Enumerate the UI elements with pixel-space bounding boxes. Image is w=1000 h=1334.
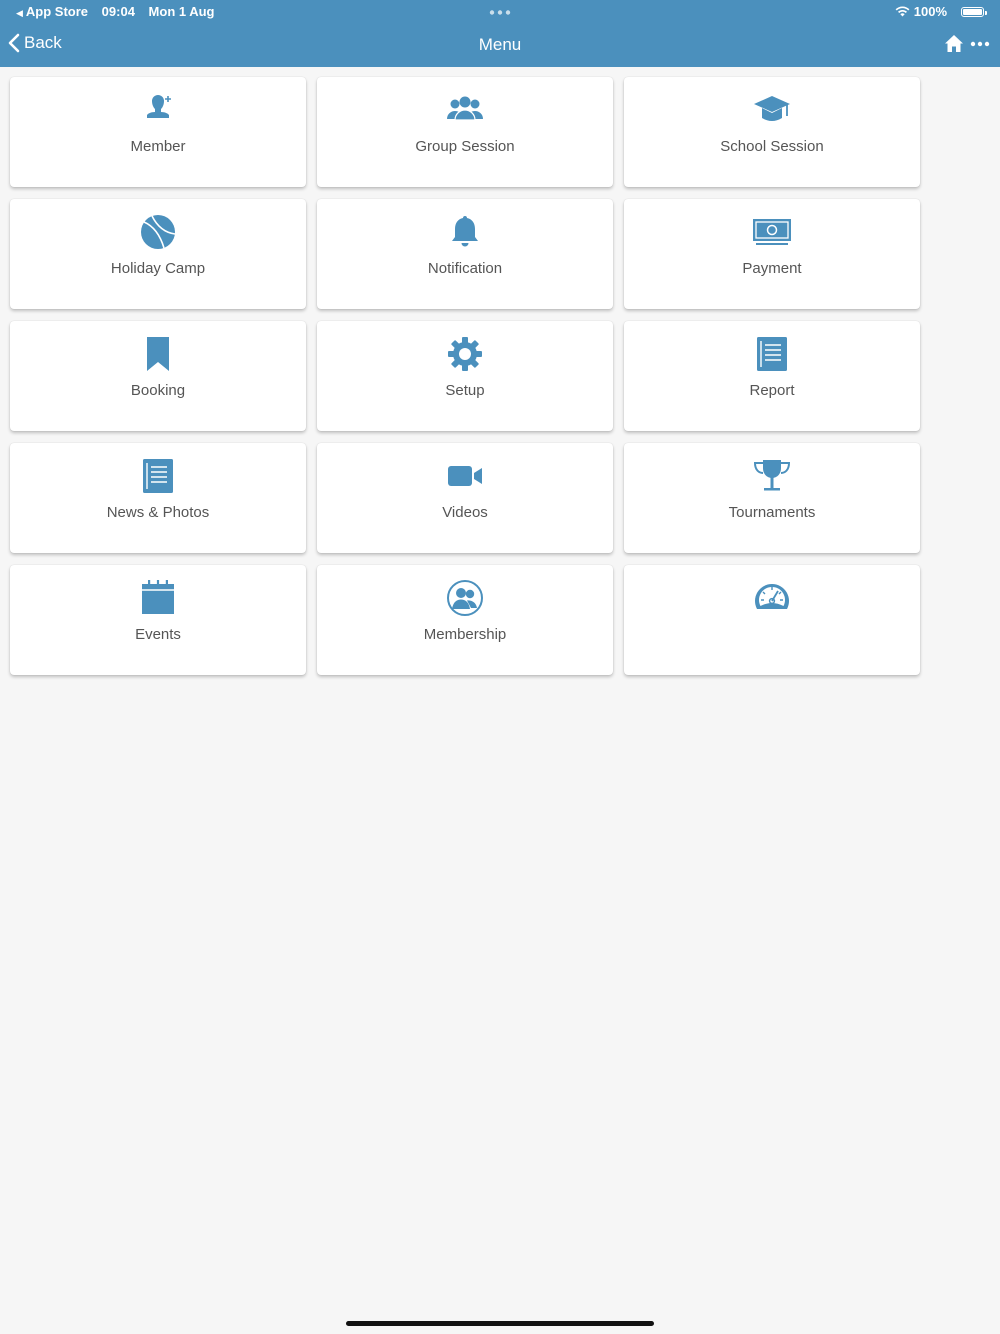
group-icon — [445, 92, 485, 128]
battery-icon — [961, 6, 987, 17]
tile-label: Events — [135, 626, 181, 643]
tile-membership[interactable]: Membership — [317, 565, 613, 675]
multitasking-dots-icon[interactable] — [489, 10, 511, 15]
tile-label: School Session — [720, 138, 824, 155]
tile-label: Report — [749, 382, 795, 399]
tile-booking[interactable]: Booking — [10, 321, 306, 431]
video-camera-icon — [445, 458, 485, 494]
status-bar-right: 100% — [895, 4, 987, 19]
ball-icon — [138, 214, 178, 250]
more-button[interactable] — [970, 41, 990, 47]
report-icon — [752, 336, 792, 372]
tile-tournaments[interactable]: Tournaments — [624, 443, 920, 553]
status-time: 09:04 — [101, 4, 135, 19]
tile-label: Group Session — [415, 138, 515, 155]
tile-member[interactable]: Member — [10, 77, 306, 187]
tile-label: Notification — [427, 260, 503, 277]
status-back-app[interactable]: App Store — [26, 4, 88, 19]
status-date: Mon 1 Aug — [148, 4, 215, 19]
page-title: Menu — [478, 35, 522, 54]
status-bar-left: ◀ App Store 09:04 Mon 1 Aug — [16, 4, 225, 19]
tile-events[interactable]: Events — [10, 565, 306, 675]
top-bar: ◀ App Store 09:04 Mon 1 Aug 100% Back Men… — [0, 0, 1000, 67]
tile-setup[interactable]: Setup — [317, 321, 613, 431]
tile-label: Setup — [445, 382, 485, 399]
tile-label: Videos — [442, 504, 488, 521]
bell-icon — [445, 214, 485, 250]
tile-label: Membership — [423, 626, 507, 643]
membership-icon — [445, 580, 485, 616]
tile-label: Holiday Camp — [110, 260, 206, 277]
newspaper-icon — [138, 458, 178, 494]
tile-videos[interactable]: Videos — [317, 443, 613, 553]
menu-grid: Member Group Session School Session Holi… — [10, 77, 920, 675]
home-button[interactable] — [944, 34, 964, 53]
tile-label: Booking — [130, 382, 186, 399]
graduation-cap-icon — [752, 92, 792, 128]
tile-group-session[interactable]: Group Session — [317, 77, 613, 187]
battery-percent: 100% — [913, 4, 947, 19]
back-triangle-icon: ◀ — [16, 8, 23, 18]
gear-icon — [445, 336, 485, 372]
home-indicator[interactable] — [346, 1321, 654, 1326]
tile-dashboard[interactable] — [624, 565, 920, 675]
tile-news-photos[interactable]: News & Photos — [10, 443, 306, 553]
bookmark-icon — [138, 336, 178, 372]
tile-label: News & Photos — [106, 504, 210, 521]
tile-report[interactable]: Report — [624, 321, 920, 431]
wifi-icon — [895, 6, 910, 17]
tile-notification[interactable]: Notification — [317, 199, 613, 309]
member-icon — [138, 92, 178, 128]
tile-holiday-camp[interactable]: Holiday Camp — [10, 199, 306, 309]
tile-label: Member — [130, 138, 186, 155]
money-icon — [752, 214, 792, 250]
tile-school-session[interactable]: School Session — [624, 77, 920, 187]
tile-payment[interactable]: Payment — [624, 199, 920, 309]
home-icon — [945, 35, 963, 52]
tile-label: Payment — [742, 260, 802, 277]
nav-actions — [944, 34, 990, 53]
calendar-icon — [138, 580, 178, 616]
more-icon — [970, 41, 990, 46]
dashboard-gauge-icon — [752, 580, 792, 616]
tile-label: Tournaments — [728, 504, 816, 521]
trophy-icon — [752, 458, 792, 494]
